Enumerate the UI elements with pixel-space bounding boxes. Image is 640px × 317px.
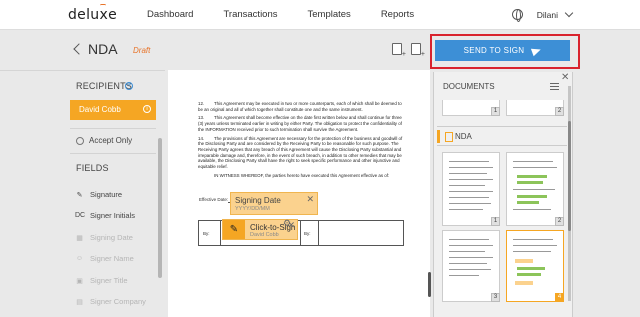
- page-number: 4: [555, 293, 564, 302]
- chevron-down-icon[interactable]: [564, 8, 574, 17]
- accept-only-option[interactable]: Accept Only: [76, 136, 132, 145]
- field-label: Signature: [90, 190, 123, 199]
- checkbox-circle-icon[interactable]: [76, 136, 84, 145]
- nav-templates[interactable]: Templates: [308, 9, 351, 20]
- pen-icon: ✎: [223, 220, 245, 239]
- field-signer-initials[interactable]: DC Signer Initials: [75, 211, 135, 220]
- signing-date-tag[interactable]: Signing Date YYYY/DD/MM ✕: [230, 192, 318, 215]
- folder-icon: [445, 132, 453, 142]
- document-group-nda[interactable]: NDA: [437, 126, 567, 146]
- user-menu[interactable]: Dilani: [511, 8, 574, 22]
- fields-heading: FIELDS: [76, 163, 109, 173]
- user-name[interactable]: Dilani: [537, 10, 558, 20]
- effective-date-label: Effective Date:: [199, 197, 229, 202]
- page-thumbnail[interactable]: 2: [506, 100, 564, 116]
- field-signer-title: ▣ Signer Title: [75, 276, 128, 285]
- list-view-icon[interactable]: [550, 83, 559, 90]
- field-label: Signer Name: [90, 254, 134, 263]
- paragraph-12: 12. This Agreement may be executed in two…: [198, 101, 403, 112]
- field-label: Signer Title: [90, 276, 128, 285]
- active-indicator: [437, 130, 440, 143]
- witness-clause: IN WITNESS WHEREOF, the parties hereto h…: [214, 172, 390, 178]
- close-icon[interactable]: ✕: [306, 194, 314, 205]
- recipient-item[interactable]: David Cobb i: [70, 100, 156, 120]
- by-cell: By:: [199, 221, 221, 245]
- company-icon: ▤: [76, 298, 83, 306]
- recipient-name: David Cobb: [79, 105, 121, 114]
- close-icon[interactable]: ✕: [561, 72, 569, 83]
- recipients-heading: RECIPIENTS: [76, 81, 133, 91]
- page-number: 2: [555, 107, 564, 116]
- page-thumbnail-selected[interactable]: 4: [506, 230, 564, 302]
- page-number: 1: [491, 217, 500, 226]
- info-icon[interactable]: i: [143, 105, 151, 113]
- documents-scrollbar[interactable]: [568, 86, 571, 301]
- person-icon: ☺: [75, 255, 84, 262]
- click-to-sign-signer: David Cobb: [250, 232, 279, 238]
- left-scrollbar[interactable]: [158, 138, 162, 278]
- page-thumbnail[interactable]: 1: [442, 152, 500, 226]
- documents-heading: DOCUMENTS: [443, 82, 495, 91]
- page-thumbnail[interactable]: 1: [442, 100, 500, 116]
- field-signature[interactable]: ✎ Signature: [75, 190, 123, 199]
- page-thumbnail[interactable]: 3: [442, 230, 500, 302]
- paragraph-13: 13. This Agreement shall become effective…: [198, 115, 403, 132]
- nav-dashboard[interactable]: Dashboard: [147, 9, 193, 20]
- document-scrollbar[interactable]: [428, 272, 431, 297]
- initials-icon: DC: [75, 212, 86, 219]
- field-signer-name: ☺ Signer Name: [75, 254, 134, 263]
- page-number: 2: [555, 217, 564, 226]
- field-label: Signer Initials: [90, 211, 136, 220]
- by-label-2: By:: [304, 231, 311, 236]
- globe-icon[interactable]: [511, 9, 523, 22]
- signing-date-tag-placeholder: YYYY/DD/MM: [235, 206, 270, 212]
- divider: [70, 128, 156, 129]
- add-recipient-icon[interactable]: +: [125, 82, 133, 90]
- status-badge: Draft: [133, 46, 151, 55]
- send-to-sign-button[interactable]: SEND TO SIGN: [435, 40, 570, 61]
- deluxe-logo[interactable]: deluxe: [68, 7, 117, 23]
- paragraph-14: 14. The provisions of this Agreement are …: [198, 136, 403, 170]
- field-label: Signer Company: [90, 297, 146, 306]
- add-document-icon[interactable]: [392, 43, 406, 58]
- back-arrow-icon[interactable]: [73, 43, 85, 55]
- main-nav: Dashboard Transactions Templates Reports: [147, 9, 444, 20]
- click-to-sign-tag[interactable]: ✎ Click-to-Sign David Cobb ⚙ ✕: [222, 218, 298, 240]
- agreement-text: 12. This Agreement may be executed in two…: [198, 101, 403, 181]
- page-title: NDA: [88, 41, 118, 57]
- page-number: 3: [491, 293, 500, 302]
- by-label-1: By:: [203, 231, 210, 236]
- paper-plane-icon: [531, 45, 543, 56]
- divider: [70, 153, 156, 154]
- document-group-label: NDA: [455, 132, 472, 141]
- paragraph-text: The provisions of this Agreement are nec…: [198, 135, 403, 170]
- paragraph-text: This Agreement shall become effective on…: [198, 115, 402, 132]
- page-thumbnail[interactable]: 2: [506, 152, 564, 226]
- nav-reports[interactable]: Reports: [381, 9, 414, 20]
- add-template-icon[interactable]: [411, 43, 425, 58]
- by-cell: By:: [301, 221, 319, 245]
- calendar-icon: ▦: [76, 234, 83, 242]
- pen-icon: ✎: [76, 191, 83, 199]
- nav-transactions[interactable]: Transactions: [223, 9, 277, 20]
- send-to-sign-label: SEND TO SIGN: [463, 46, 525, 55]
- signing-date-tag-title: Signing Date: [235, 196, 281, 205]
- field-signer-company: ▤ Signer Company: [75, 297, 146, 306]
- field-label: Signing Date: [90, 233, 133, 242]
- accept-only-label: Accept Only: [89, 136, 133, 145]
- close-icon[interactable]: ✕: [287, 220, 295, 231]
- top-nav: deluxe Dashboard Transactions Templates …: [0, 0, 640, 30]
- field-signing-date: ▦ Signing Date: [75, 233, 133, 242]
- page-number: 1: [491, 107, 500, 116]
- paragraph-text: This Agreement may be executed in two or…: [198, 101, 402, 112]
- title-icon: ▣: [76, 277, 83, 285]
